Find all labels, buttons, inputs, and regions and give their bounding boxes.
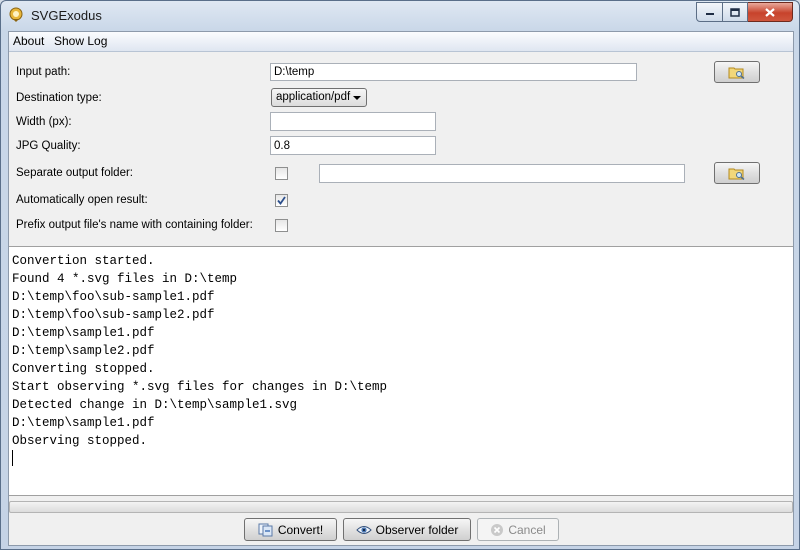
title-bar[interactable]: SVGExodus <box>1 1 799 31</box>
log-line: Detected change in D:\temp\sample1.svg <box>12 398 298 412</box>
log-line: Observing stopped. <box>12 434 148 448</box>
log-line: D:\temp\foo\sub-sample2.pdf <box>12 308 215 322</box>
log-line: Start observing *.svg files for changes … <box>12 380 388 394</box>
output-browse-button[interactable] <box>714 162 760 184</box>
app-window: SVGExodus About Show Log Input path: D:\… <box>0 0 800 550</box>
chevron-down-icon <box>353 96 361 100</box>
separate-output-checkbox[interactable] <box>275 167 288 180</box>
observe-label: Observer folder <box>375 522 459 537</box>
main-panel: About Show Log Input path: Destination t… <box>8 31 794 546</box>
close-icon <box>765 7 775 17</box>
observe-folder-button[interactable]: Observer folder <box>343 518 471 541</box>
progress-bar <box>9 501 793 513</box>
svgexodus-icon <box>9 7 23 22</box>
input-path-label: Input path: <box>16 66 71 78</box>
input-browse-button[interactable] <box>714 61 760 83</box>
eye-icon <box>355 525 372 534</box>
convert-button[interactable]: Convert! <box>244 518 337 541</box>
log-line: D:\temp\foo\sub-sample1.pdf <box>12 290 215 304</box>
convert-label: Convert! <box>277 522 324 537</box>
log-line: D:\temp\sample1.pdf <box>12 326 155 340</box>
window-title: SVGExodus <box>31 8 102 23</box>
jpg-quality-label: JPG Quality: <box>16 140 81 152</box>
minimize-icon <box>705 13 714 15</box>
checkmark-icon <box>277 196 286 205</box>
log-line: D:\temp\sample1.pdf <box>12 416 155 430</box>
destination-type-label: Destination type: <box>16 92 102 104</box>
prefix-name-checkbox[interactable] <box>275 219 288 232</box>
maximize-button[interactable] <box>723 2 748 22</box>
folder-search-icon <box>728 67 745 79</box>
convert-icon <box>258 523 273 536</box>
cancel-button[interactable]: Cancel <box>477 518 559 541</box>
prefix-name-label: Prefix output file's name with containin… <box>16 219 253 231</box>
minimize-button[interactable] <box>696 2 723 22</box>
text-caret <box>12 450 13 466</box>
maximize-icon <box>730 7 740 17</box>
log-line: Found 4 *.svg files in D:\temp <box>12 272 238 286</box>
log-line: Converting stopped. <box>12 362 155 376</box>
cancel-label: Cancel <box>508 522 546 537</box>
separate-output-label: Separate output folder: <box>16 167 133 179</box>
log-output[interactable]: Convertion started. Found 4 *.svg files i… <box>9 246 793 496</box>
window-controls <box>696 2 793 22</box>
input-path-field[interactable] <box>270 63 637 81</box>
width-label: Width (px): <box>16 116 72 128</box>
log-line: Convertion started. <box>12 254 155 268</box>
jpg-quality-field[interactable] <box>270 136 436 155</box>
separate-output-field[interactable] <box>319 164 685 183</box>
close-button[interactable] <box>748 2 793 22</box>
log-line: D:\temp\sample2.pdf <box>12 344 155 358</box>
cancel-icon <box>491 523 504 536</box>
destination-type-value: application/pdf <box>276 91 351 103</box>
menu-bar: About Show Log <box>9 32 793 52</box>
auto-open-label: Automatically open result: <box>16 194 148 206</box>
menu-about[interactable]: About <box>13 34 44 48</box>
menu-show-log[interactable]: Show Log <box>54 34 107 48</box>
folder-search-icon <box>728 168 745 180</box>
auto-open-checkbox[interactable] <box>275 194 288 207</box>
width-field[interactable] <box>270 112 436 131</box>
destination-type-select[interactable]: application/pdf <box>271 88 367 107</box>
